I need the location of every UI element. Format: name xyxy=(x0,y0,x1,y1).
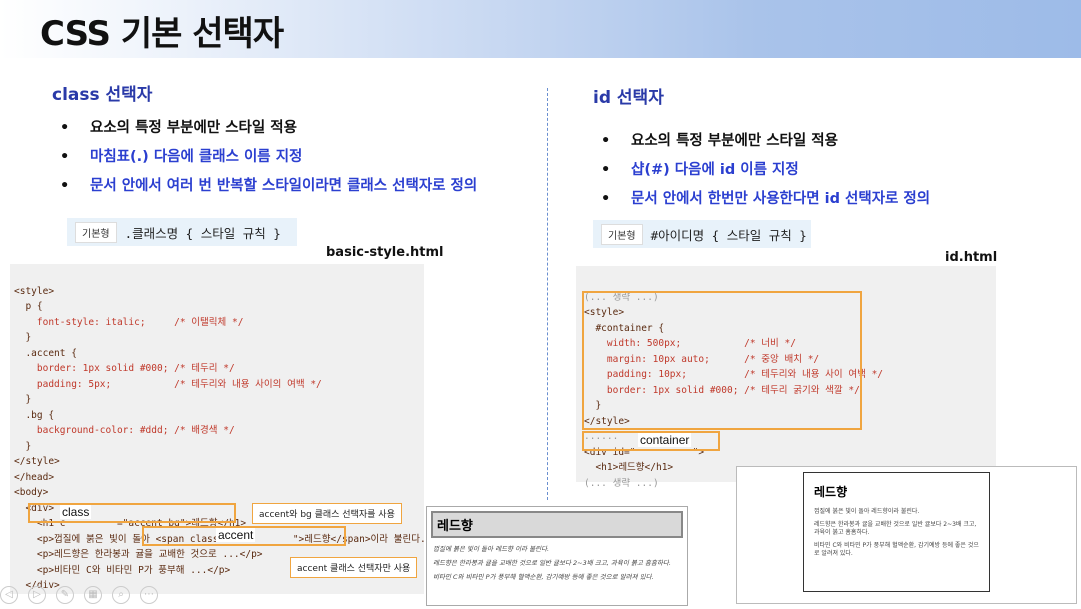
accent-overlay-label: accent xyxy=(216,528,256,542)
code-line: } xyxy=(14,440,32,452)
code-line: background-color: #ddd; /* 배경색 */ xyxy=(14,425,235,436)
id-selector-heading: id 선택자 xyxy=(593,88,664,108)
code-line: (... 생략 ...) xyxy=(584,477,659,489)
column-divider xyxy=(547,88,548,500)
bullet-item: 요소의 특정 부분에만 스타일 적용 xyxy=(60,114,477,143)
class-overlay-label: class xyxy=(60,505,92,519)
presentation-toolbar: ◁ ▷ ✎ ▦ ⌕ ⋯ xyxy=(0,586,200,604)
code-line: <p>레드향은 한라봉과 귤을 교배한 것으로 ...</p> xyxy=(14,549,263,560)
pen-icon[interactable]: ✎ xyxy=(56,586,74,604)
code-line: .accent { xyxy=(14,347,77,359)
next-icon[interactable]: ▷ xyxy=(28,586,46,604)
code-line: .bg { xyxy=(14,409,55,421)
code-line: <style> xyxy=(14,285,55,297)
id-bullet-list: 요소의 특정 부분에만 스타일 적용 샵(#) 다음에 id 이름 지정 문서 … xyxy=(601,127,930,214)
code-line: </style> xyxy=(14,456,60,467)
code-line: } xyxy=(14,332,32,343)
bullet-item: 샵(#) 다음에 id 이름 지정 xyxy=(601,156,930,185)
syntax-text: .클래스명 { 스타일 규칙 } xyxy=(124,225,281,241)
callout-accent-only: accent 클래스 선택자만 사용 xyxy=(290,557,418,578)
id-syntax-box: 기본형 #아이디명 { 스타일 규칙 } xyxy=(593,220,811,248)
class-preview-panel: 레드향 껍질에 붉은 빛이 돌아 레드향 이라 불린다. 레드향은 한라봉과 귤… xyxy=(426,506,688,606)
id-preview-panel: 레드향 껍질에 붉은 빛이 돌아 레드향이라 불린다. 레드향은 한라봉과 귤을… xyxy=(736,466,1077,604)
class-bullet-list: 요소의 특정 부분에만 스타일 적용 마침표(.) 다음에 클래스 이름 지정 … xyxy=(60,114,477,201)
filename-label: basic-style.html xyxy=(326,245,444,260)
container-overlay-label: container xyxy=(638,433,692,447)
bullet-item: 문서 안에서 여러 번 반복할 스타일이라면 클래스 선택자로 정의 xyxy=(60,172,477,201)
syntax-text: #아이디명 { 스타일 규칙 } xyxy=(650,227,807,243)
syntax-tag: 기본형 xyxy=(75,221,117,243)
preview-line: 레드향은 한라봉과 귤을 교배한 것으로 일반 귤보다 2~3배 크고, 과육이… xyxy=(433,559,671,567)
code-line: </head> xyxy=(14,471,55,483)
style-block-highlight xyxy=(582,291,862,430)
bullet-item: 요소의 특정 부분에만 스타일 적용 xyxy=(601,127,930,156)
code-line: font-style: italic; /* 이탤릭체 */ xyxy=(14,316,244,328)
code-line: <h1>레드향</h1> xyxy=(584,462,674,473)
preview-line: 레드향은 한라봉과 귤을 교배한 것으로 일반 귤보다 2~3배 크고, 과육이… xyxy=(814,521,977,536)
code-line: <p>비타민 C와 비타민 P가 풍부해 ...</p> xyxy=(14,564,231,576)
bullet-item: 문서 안에서 한번만 사용한다면 id 선택자로 정의 xyxy=(601,185,930,214)
code-line: <body> xyxy=(14,487,49,498)
code-line: padding: 5px; /* 테두리와 내용 사이의 여백 */ xyxy=(14,378,322,390)
preview-line: 껍질에 붉은 빛이 돌아 레드향이라 불린다. xyxy=(814,508,920,515)
zoom-icon[interactable]: ⌕ xyxy=(112,586,130,604)
filename-label: id.html xyxy=(945,250,998,265)
syntax-tag: 기본형 xyxy=(601,223,643,245)
code-line: p { xyxy=(14,301,43,312)
more-icon[interactable]: ⋯ xyxy=(140,586,158,604)
code-line: } xyxy=(14,394,32,405)
prev-icon[interactable]: ◁ xyxy=(0,586,18,604)
preview-line: 비타민 C와 비타민 P가 풍부해 혈액순환, 감기예방 등에 좋은 것으로 알… xyxy=(814,542,979,557)
slide-title: CSS 기본 선택자 xyxy=(40,14,284,54)
container-box: 레드향 껍질에 붉은 빛이 돌아 레드향이라 불린다. 레드향은 한라봉과 귤을… xyxy=(803,472,990,592)
class-syntax-box: 기본형 .클래스명 { 스타일 규칙 } xyxy=(67,218,297,246)
screen-icon[interactable]: ▦ xyxy=(84,586,102,604)
class-selector-heading: class 선택자 xyxy=(52,85,153,105)
preview-heading: 레드향 xyxy=(431,511,683,538)
code-line: border: 1px solid #000; /* 테두리 */ xyxy=(14,363,235,374)
preview-line: 비타민 C와 비타민 P가 풍부해 혈액순환, 감기예방 등에 좋은 것으로 알… xyxy=(433,573,654,581)
preview-line: 껍질에 붉은 빛이 돌아 레드향 이라 불린다. xyxy=(433,545,550,553)
preview-heading: 레드향 xyxy=(814,485,848,499)
bullet-item: 마침표(.) 다음에 클래스 이름 지정 xyxy=(60,143,477,172)
callout-accent-bg: accent와 bg 클래스 선택자를 사용 xyxy=(252,503,402,524)
